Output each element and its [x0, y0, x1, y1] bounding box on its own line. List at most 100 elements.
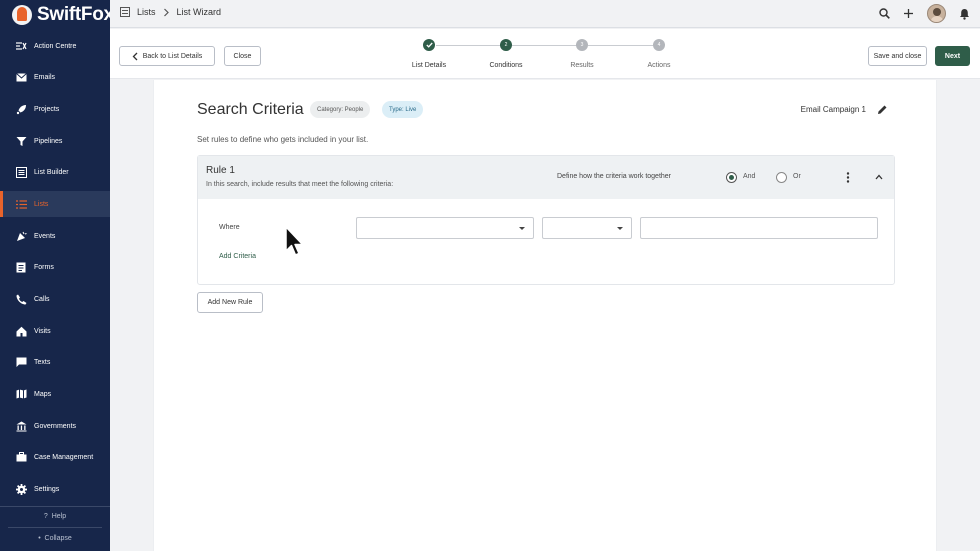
rocket-icon: [15, 103, 27, 115]
government-icon: [15, 420, 27, 432]
or-radio[interactable]: [776, 172, 787, 183]
next-button[interactable]: Next: [935, 46, 970, 66]
close-button[interactable]: Close: [224, 46, 261, 66]
chevron-right-icon: [163, 8, 169, 16]
criteria-value-input[interactable]: [640, 217, 878, 239]
collapse-button[interactable]: • Collapse: [0, 535, 110, 542]
more-vertical-icon[interactable]: [846, 172, 850, 183]
and-label: And: [743, 173, 756, 180]
sidebar-item-label: Events: [34, 232, 56, 240]
footer-divider: [8, 527, 102, 528]
step-connector: [512, 45, 578, 46]
wizard-header: Back to List Details Close 2 3 4 List De…: [110, 29, 980, 79]
subtitle: Set rules to define who gets included in…: [197, 135, 369, 144]
sidebar-item-label: Governments: [34, 422, 77, 430]
sidebar-item-forms[interactable]: Forms: [0, 254, 110, 280]
breadcrumb-lists[interactable]: Lists: [137, 7, 156, 17]
and-radio[interactable]: [726, 172, 737, 183]
sidebar: SwiftFox Action Centre Emails Projects Pipe…: [0, 0, 114, 551]
where-label: Where: [219, 224, 240, 231]
sidebar-footer: ? Help • Collapse: [0, 506, 110, 551]
add-criteria-link[interactable]: Add Criteria: [219, 253, 256, 260]
sidebar-item-texts[interactable]: Texts: [0, 349, 110, 375]
rule-header: Rule 1 In this search, include results t…: [198, 156, 894, 199]
sidebar-item-projects[interactable]: Projects: [0, 96, 110, 122]
step-2-label[interactable]: Conditions: [471, 62, 541, 69]
help-link[interactable]: ? Help: [0, 513, 110, 520]
save-and-close-button[interactable]: Save and close: [868, 46, 927, 66]
breadcrumb-list-wizard: List Wizard: [176, 7, 222, 17]
type-chip: Type: Live: [382, 101, 424, 118]
sidebar-item-events[interactable]: Events: [0, 223, 110, 249]
category-chip: Category: People: [310, 101, 371, 118]
step-4-label: Actions: [647, 62, 671, 69]
add-new-rule-button[interactable]: Add New Rule: [197, 292, 263, 313]
top-actions: [879, 4, 970, 23]
sidebar-item-label: Visits: [34, 327, 51, 335]
gear-icon: [15, 483, 27, 495]
collapse-icon: •: [38, 535, 41, 542]
user-avatar[interactable]: [927, 4, 946, 23]
step-connector: [436, 45, 502, 46]
caret-down-icon: [617, 227, 623, 230]
back-label: Back to List Details: [142, 52, 203, 60]
sidebar-item-emails[interactable]: Emails: [0, 64, 110, 90]
step-3-label: Results: [570, 62, 594, 69]
help-label: Help: [51, 513, 67, 520]
step-4-indicator: 4: [653, 39, 665, 51]
step-1-label[interactable]: List Details: [394, 62, 464, 69]
sidebar-item-label: List Builder: [34, 168, 69, 176]
sidebar-item-label: Settings: [34, 485, 60, 493]
action-centre-icon: [15, 40, 27, 52]
step-2-indicator: 2: [500, 39, 512, 51]
check-icon: [425, 42, 433, 48]
sidebar-item-pipelines[interactable]: Pipelines: [0, 128, 110, 154]
breadcrumb: Lists List Wizard: [120, 7, 221, 17]
sidebar-item-label: Lists: [34, 200, 49, 208]
list-builder-icon: [15, 166, 27, 178]
sidebar-item-case-management[interactable]: Case Management: [0, 444, 110, 470]
sidebar-item-lists[interactable]: Lists: [0, 191, 110, 217]
sidebar-item-label: Pipelines: [34, 137, 63, 145]
sidebar-item-list-builder[interactable]: List Builder: [0, 159, 110, 185]
or-label: Or: [793, 173, 801, 180]
field-select[interactable]: [356, 217, 534, 239]
party-icon: [15, 230, 27, 242]
step-connector: [588, 45, 653, 46]
sidebar-item-visits[interactable]: Visits: [0, 318, 110, 344]
sidebar-item-label: Case Management: [34, 453, 94, 461]
pencil-icon[interactable]: [877, 104, 888, 115]
operator-select[interactable]: [542, 217, 632, 239]
chevron-up-icon[interactable]: [875, 174, 883, 180]
sidebar-item-label: Calls: [34, 295, 50, 303]
mouse-cursor-icon: [285, 226, 304, 256]
bell-icon[interactable]: [959, 8, 970, 20]
sidebar-item-action-centre[interactable]: Action Centre: [0, 33, 110, 59]
list-icon: [15, 198, 27, 210]
chevron-left-icon: [132, 52, 138, 60]
sidebar-item-label: Texts: [34, 358, 51, 366]
swiftfox-logo-icon: [12, 5, 32, 25]
rule-description: In this search, include results that mee…: [206, 181, 394, 188]
map-icon: [15, 388, 27, 400]
rule-title: Rule 1: [206, 165, 235, 176]
rule-panel: Rule 1 In this search, include results t…: [197, 155, 895, 285]
step-3-indicator: 3: [576, 39, 588, 51]
form-icon: [15, 261, 27, 273]
help-icon: ?: [43, 513, 48, 520]
email-icon: [15, 71, 27, 83]
caret-down-icon: [519, 227, 525, 230]
search-icon[interactable]: [879, 8, 890, 19]
sidebar-item-label: Maps: [34, 390, 52, 398]
app-name: SwiftFox: [37, 4, 114, 25]
collapse-label: Collapse: [44, 535, 72, 542]
phone-icon: [15, 293, 27, 305]
sidebar-item-label: Action Centre: [34, 42, 77, 50]
sidebar-item-governments[interactable]: Governments: [0, 413, 110, 439]
plus-icon[interactable]: [903, 8, 914, 19]
sidebar-item-maps[interactable]: Maps: [0, 381, 110, 407]
app-logo[interactable]: SwiftFox: [12, 3, 114, 27]
back-to-list-details-button[interactable]: Back to List Details: [119, 46, 215, 66]
sidebar-item-calls[interactable]: Calls: [0, 286, 110, 312]
sidebar-item-settings[interactable]: Settings: [0, 476, 110, 502]
